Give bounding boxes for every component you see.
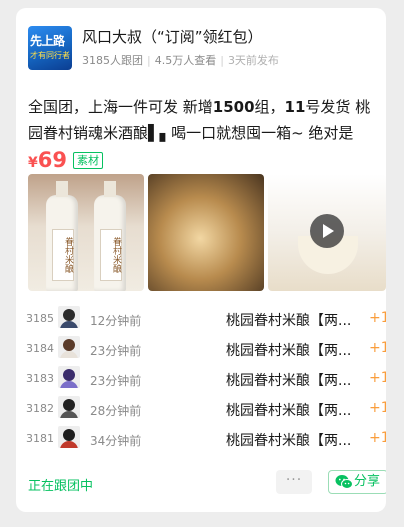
card-footer: 正在跟团中 ··· 分享: [28, 470, 386, 496]
order-time: 28分钟前: [90, 404, 142, 418]
currency-symbol: ¥: [28, 155, 38, 171]
order-time: 12分钟前: [90, 314, 142, 328]
avatar-head: [63, 399, 75, 411]
logo-text: 先上路: [30, 34, 65, 48]
price-value: 69: [37, 148, 67, 172]
post-description[interactable]: 全国团，上海一件可发 新增1500组，11号发货 桃园眷村销魂米酒酿▌▖喝一口就…: [28, 94, 378, 146]
order-number: 3183: [26, 372, 54, 385]
order-product: 桃园眷村米酿【两...: [226, 343, 352, 359]
bottle-right: 眷村米酿: [94, 181, 126, 291]
order-number: 3184: [26, 342, 54, 355]
avatar-head: [63, 309, 75, 321]
play-icon[interactable]: [310, 214, 344, 248]
material-tag[interactable]: 素材: [72, 152, 103, 169]
buyer-avatar: [58, 336, 80, 358]
avatar-body: [60, 411, 78, 418]
followers-count: 3185人跟团: [82, 54, 143, 67]
post-header: 先上路 才有同行者 风口大叔（“订阅”领红包） 3185人跟团 | 4.5万人查看 |…: [28, 26, 376, 72]
order-row[interactable]: 3185 12分钟前 桃园眷村米酿【两... +1: [24, 304, 386, 334]
view-count: 4.5万人查看: [154, 54, 217, 67]
product-image-bottles[interactable]: 眷村米酿 眷村米酿: [28, 174, 144, 291]
order-row[interactable]: 3184 23分钟前 桃园眷村米酿【两... +1: [24, 334, 386, 364]
order-time: 23分钟前: [90, 374, 142, 388]
more-button[interactable]: ···: [276, 470, 312, 494]
avatar-logo[interactable]: 先上路 才有同行者: [28, 26, 72, 70]
bottle-label: 眷村米酿: [52, 229, 74, 281]
avatar-body: [60, 321, 78, 328]
order-list: 3185 12分钟前 桃园眷村米酿【两... +1 3184 23分钟前 桃园眷…: [24, 304, 386, 454]
product-image-pour[interactable]: [148, 174, 264, 291]
order-qty: +1: [369, 430, 386, 446]
order-product: 桃园眷村米酿【两...: [226, 313, 352, 329]
order-qty: +1: [369, 400, 386, 416]
publish-time: 3天前发布: [227, 54, 279, 67]
order-time: 23分钟前: [90, 344, 142, 358]
group-title[interactable]: 风口大叔（“订阅”领红包）: [82, 26, 263, 47]
avatar-head: [63, 429, 75, 441]
bottle-label: 眷村米酿: [100, 229, 122, 281]
product-video-thumbnail[interactable]: [268, 174, 386, 291]
order-number: 3181: [26, 432, 54, 445]
order-product: 桃园眷村米酿【两...: [226, 403, 352, 419]
order-qty: +1: [369, 370, 386, 386]
order-product: 桃园眷村米酿【两...: [226, 433, 352, 449]
buyer-avatar: [58, 396, 80, 418]
following-status[interactable]: 正在跟团中: [28, 475, 93, 494]
avatar-head: [63, 369, 75, 381]
wechat-icon: [335, 475, 353, 489]
avatar-body: [60, 441, 78, 448]
order-product: 桃园眷村米酿【两...: [226, 373, 352, 389]
order-qty: +1: [369, 310, 386, 326]
buyer-avatar: [58, 366, 80, 388]
order-number: 3185: [26, 312, 54, 325]
avatar-body: [60, 381, 78, 388]
buyer-avatar: [58, 306, 80, 328]
avatar-head: [63, 339, 75, 351]
price-row: ¥69 素材: [28, 148, 103, 172]
avatar-body: [60, 351, 78, 358]
group-buy-card[interactable]: 先上路 才有同行者 风口大叔（“订阅”领红包） 3185人跟团 | 4.5万人查看 |…: [16, 8, 386, 512]
image-gallery: 眷村米酿 眷村米酿: [28, 174, 386, 291]
logo-subtext: 才有同行者: [30, 51, 70, 60]
share-label: 分享: [354, 474, 381, 489]
share-button[interactable]: 分享: [328, 470, 386, 494]
buyer-avatar: [58, 426, 80, 448]
order-row[interactable]: 3182 28分钟前 桃园眷村米酿【两... +1: [24, 394, 386, 424]
order-qty: +1: [369, 340, 386, 356]
order-row[interactable]: 3181 34分钟前 桃园眷村米酿【两... +1: [24, 424, 386, 454]
order-row[interactable]: 3183 23分钟前 桃园眷村米酿【两... +1: [24, 364, 386, 394]
order-number: 3182: [26, 402, 54, 415]
post-meta: 3185人跟团 | 4.5万人查看 | 3天前发布: [82, 54, 279, 67]
order-time: 34分钟前: [90, 434, 142, 448]
bottle-left: 眷村米酿: [46, 181, 78, 291]
